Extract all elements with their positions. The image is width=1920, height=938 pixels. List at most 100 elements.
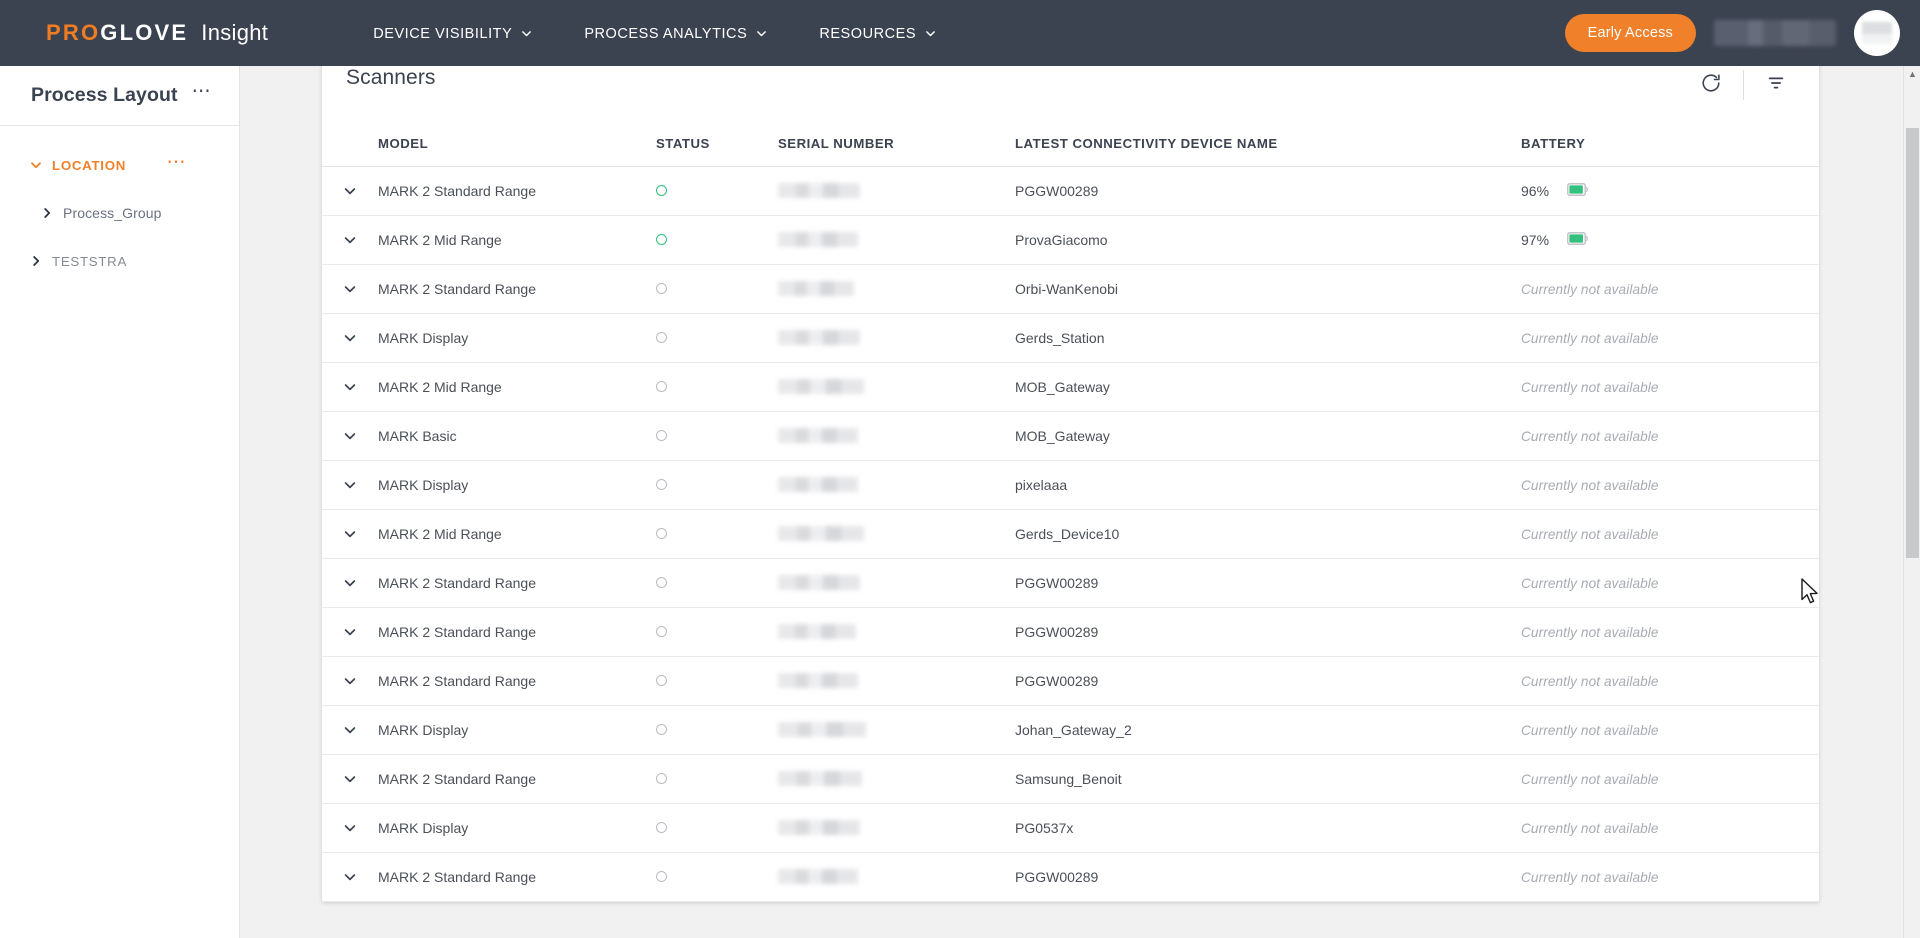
nav-right-cluster: Early Access [1564, 10, 1900, 56]
cell-battery: Currently not available [1521, 509, 1819, 559]
serial-number-redacted [778, 428, 858, 443]
table-row[interactable]: MARK Display Johan_Gateway_2 Currently not… [322, 705, 1819, 755]
table-row[interactable]: MARK 2 Standard Range PGGW00289 Currently … [322, 656, 1819, 706]
status-badge [656, 576, 667, 588]
battery-percent: 96% [1521, 182, 1550, 199]
serial-number-redacted [778, 673, 858, 688]
row-expand-cell[interactable] [322, 264, 378, 314]
chevron-right-icon[interactable] [30, 255, 52, 267]
table-row[interactable]: MARK Display Gerds_Station Currently not a… [322, 313, 1819, 363]
row-expand-cell[interactable] [322, 509, 378, 559]
chevron-down-icon[interactable] [322, 478, 378, 492]
col-serial-number[interactable]: SERIAL NUMBER [778, 128, 1015, 167]
chevron-down-icon[interactable] [322, 527, 378, 541]
page-title: Process Layout [31, 84, 178, 106]
cell-status [656, 558, 778, 608]
row-expand-cell[interactable] [322, 362, 378, 412]
battery-unavailable-text: Currently not available [1521, 869, 1659, 885]
row-expand-cell[interactable] [322, 656, 378, 706]
scroll-up-icon[interactable]: ▲ [1904, 66, 1920, 82]
row-expand-cell[interactable] [322, 411, 378, 461]
row-expand-cell[interactable] [322, 803, 378, 853]
chevron-down-icon[interactable] [322, 772, 378, 786]
col-status[interactable]: STATUS [656, 128, 778, 167]
cell-model: MARK Basic [378, 411, 656, 461]
vertical-scrollbar-thumb[interactable] [1906, 128, 1919, 558]
table-row[interactable]: MARK 2 Standard Range Orbi-WanKenobi Curre… [322, 264, 1819, 314]
row-expand-cell[interactable] [322, 460, 378, 510]
battery-unavailable-text: Currently not available [1521, 722, 1659, 738]
battery-unavailable-text: Currently not available [1521, 771, 1659, 787]
col-latest-connectivity-device-name[interactable]: LATEST CONNECTIVITY DEVICE NAME [1015, 128, 1521, 167]
scanners-card-header: Scanners [322, 66, 1819, 128]
vertical-scrollbar[interactable]: ▲ [1903, 66, 1920, 938]
chevron-down-icon[interactable] [322, 429, 378, 443]
brand-pro-text: PRO [46, 20, 101, 45]
filter-button[interactable] [1753, 66, 1799, 108]
chevron-down-icon[interactable] [322, 723, 378, 737]
chevron-down-icon[interactable] [322, 576, 378, 590]
table-row[interactable]: MARK 2 Mid Range MOB_Gateway Currently not… [322, 362, 1819, 412]
chevron-down-icon[interactable] [322, 625, 378, 639]
row-expand-cell[interactable] [322, 754, 378, 804]
cell-model: MARK 2 Standard Range [378, 264, 656, 314]
table-body: MARK 2 Standard Range PGGW00289 96% MARK 2 … [322, 166, 1819, 902]
row-expand-cell[interactable] [322, 558, 378, 608]
row-expand-cell[interactable] [322, 607, 378, 657]
nav-item-resources[interactable]: RESOURCES [819, 0, 936, 66]
chevron-down-icon[interactable] [322, 331, 378, 345]
table-row[interactable]: MARK Basic MOB_Gateway Currently not avail… [322, 411, 1819, 461]
col-model[interactable]: MODEL [378, 128, 656, 167]
row-expand-cell[interactable] [322, 166, 378, 216]
cell-device-name: ProvaGiacomo [1015, 215, 1521, 265]
col-battery[interactable]: BATTERY [1521, 128, 1819, 167]
table-row[interactable]: MARK 2 Standard Range PGGW00289 Currently … [322, 607, 1819, 657]
chevron-down-icon[interactable] [322, 821, 378, 835]
battery-unavailable-text: Currently not available [1521, 673, 1659, 689]
nav-item-device-visibility[interactable]: DEVICE VISIBILITY [373, 0, 532, 66]
table-row[interactable]: MARK Display PG0537x Currently not availab… [322, 803, 1819, 853]
chevron-down-icon[interactable] [322, 870, 378, 884]
row-expand-cell[interactable] [322, 215, 378, 265]
table-row[interactable]: MARK 2 Standard Range PGGW00289 Currently … [322, 558, 1819, 608]
nav-item-process-analytics[interactable]: PROCESS ANALYTICS [584, 0, 767, 66]
tab-scanners[interactable]: Scanners [346, 66, 436, 90]
more-horizontal-icon[interactable]: ⋯ [167, 153, 188, 172]
tree-item-process-group[interactable]: Process_Group [0, 196, 239, 230]
brand-logo[interactable]: PRO GLOVE Insight [46, 20, 268, 46]
table-row[interactable]: MARK 2 Mid Range Gerds_Device10 Currently … [322, 509, 1819, 559]
avatar[interactable] [1854, 10, 1900, 56]
early-access-button[interactable]: Early Access [1564, 14, 1696, 52]
chevron-down-icon[interactable] [322, 233, 378, 247]
table-row[interactable]: MARK Display pixelaaa Currently not availa… [322, 460, 1819, 510]
table-row[interactable]: MARK 2 Mid Range ProvaGiacomo 97% [322, 215, 1819, 265]
cell-model: MARK Display [378, 313, 656, 363]
nav-item-label: RESOURCES [819, 26, 917, 42]
chevron-down-icon[interactable] [322, 674, 378, 688]
chevron-down-icon[interactable] [322, 282, 378, 296]
row-expand-cell[interactable] [322, 852, 378, 902]
chevron-down-icon[interactable] [322, 380, 378, 394]
cell-status [656, 166, 778, 216]
more-horizontal-icon[interactable]: ⋯ [192, 82, 213, 101]
table-row[interactable]: MARK 2 Standard Range PGGW00289 Currently … [322, 852, 1819, 902]
cell-status [656, 607, 778, 657]
chevron-right-icon[interactable] [41, 207, 63, 219]
table-row[interactable]: MARK 2 Standard Range Samsung_Benoit Curre… [322, 754, 1819, 804]
cell-status [656, 362, 778, 412]
chevron-down-icon[interactable] [30, 159, 52, 171]
chevron-down-icon[interactable] [322, 184, 378, 198]
row-expand-cell[interactable] [322, 705, 378, 755]
refresh-button[interactable] [1688, 66, 1734, 108]
table-row[interactable]: MARK 2 Standard Range PGGW00289 96% [322, 166, 1819, 216]
battery-icon [1567, 231, 1589, 248]
tree-item-location[interactable]: LOCATION ⋯ [0, 148, 239, 182]
serial-number-redacted [778, 526, 864, 541]
action-divider [1743, 70, 1744, 100]
row-expand-cell[interactable] [322, 313, 378, 363]
serial-number-redacted [778, 722, 866, 737]
nav-item-label: PROCESS ANALYTICS [584, 26, 748, 42]
tree-item-teststra[interactable]: TESTSTRA [0, 244, 239, 278]
main-content: Scanners MODEL STATUS SERIAL NUMBER LATE… [240, 66, 1920, 938]
cell-device-name: PGGW00289 [1015, 607, 1521, 657]
